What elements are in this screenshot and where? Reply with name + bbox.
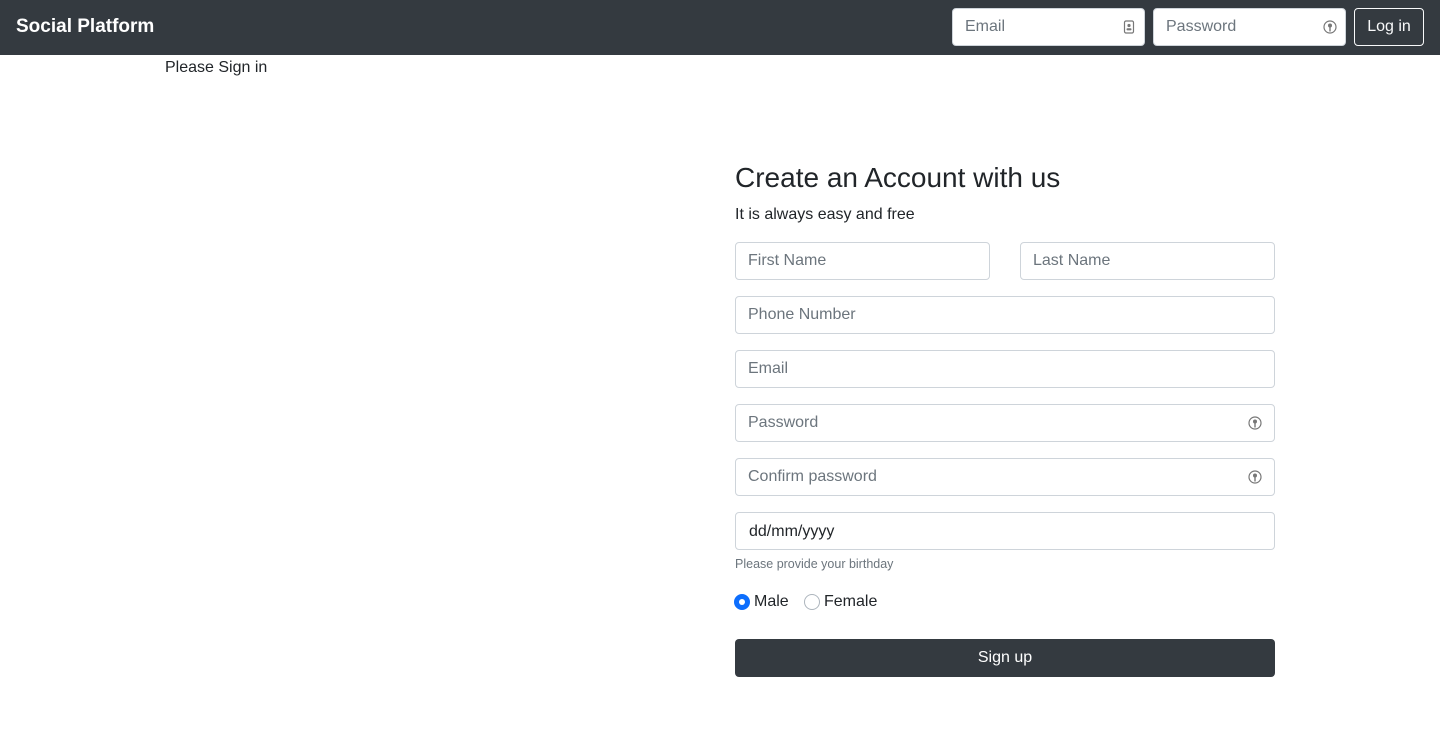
email-field[interactable] — [735, 350, 1275, 388]
birthday-field[interactable]: dd/mm/yyyy — [735, 512, 1275, 550]
nav-email-input[interactable] — [953, 9, 1144, 45]
key-icon — [1248, 470, 1262, 484]
contact-card-icon — [1123, 20, 1135, 34]
birthday-help-text: Please provide your birthday — [735, 557, 894, 571]
login-button[interactable]: Log in — [1354, 8, 1424, 46]
last-name-field[interactable] — [1020, 242, 1275, 280]
key-icon — [1323, 20, 1337, 34]
confirm-password-field[interactable] — [735, 458, 1275, 496]
brand-title[interactable]: Social Platform — [16, 15, 154, 39]
last-name-input[interactable] — [1021, 243, 1274, 279]
first-name-field[interactable] — [735, 242, 990, 280]
nav-password-field[interactable] — [1153, 8, 1346, 46]
nav-email-field[interactable] — [952, 8, 1145, 46]
key-icon — [1248, 416, 1262, 430]
gender-option-male[interactable]: Male — [734, 592, 789, 612]
confirm-password-input[interactable] — [736, 459, 1274, 495]
sign-in-prompt: Please Sign in — [165, 59, 268, 76]
password-input[interactable] — [736, 405, 1274, 441]
email-input[interactable] — [736, 351, 1274, 387]
nav-password-input[interactable] — [1154, 9, 1345, 45]
top-navbar: Social Platform Log in — [0, 0, 1440, 55]
signup-subtitle: It is always easy and free — [735, 206, 915, 223]
phone-field[interactable] — [735, 296, 1275, 334]
male-label[interactable]: Male — [754, 592, 789, 612]
signup-title: Create an Account with us — [735, 162, 1061, 193]
male-radio[interactable] — [734, 594, 750, 610]
female-label[interactable]: Female — [824, 592, 877, 612]
password-field[interactable] — [735, 404, 1275, 442]
female-radio[interactable] — [804, 594, 820, 610]
phone-input[interactable] — [736, 297, 1274, 333]
gender-option-female[interactable]: Female — [804, 592, 877, 612]
sign-up-button[interactable]: Sign up — [735, 639, 1275, 677]
first-name-input[interactable] — [736, 243, 989, 279]
birthday-date-input[interactable]: dd/mm/yyyy — [749, 522, 834, 542]
